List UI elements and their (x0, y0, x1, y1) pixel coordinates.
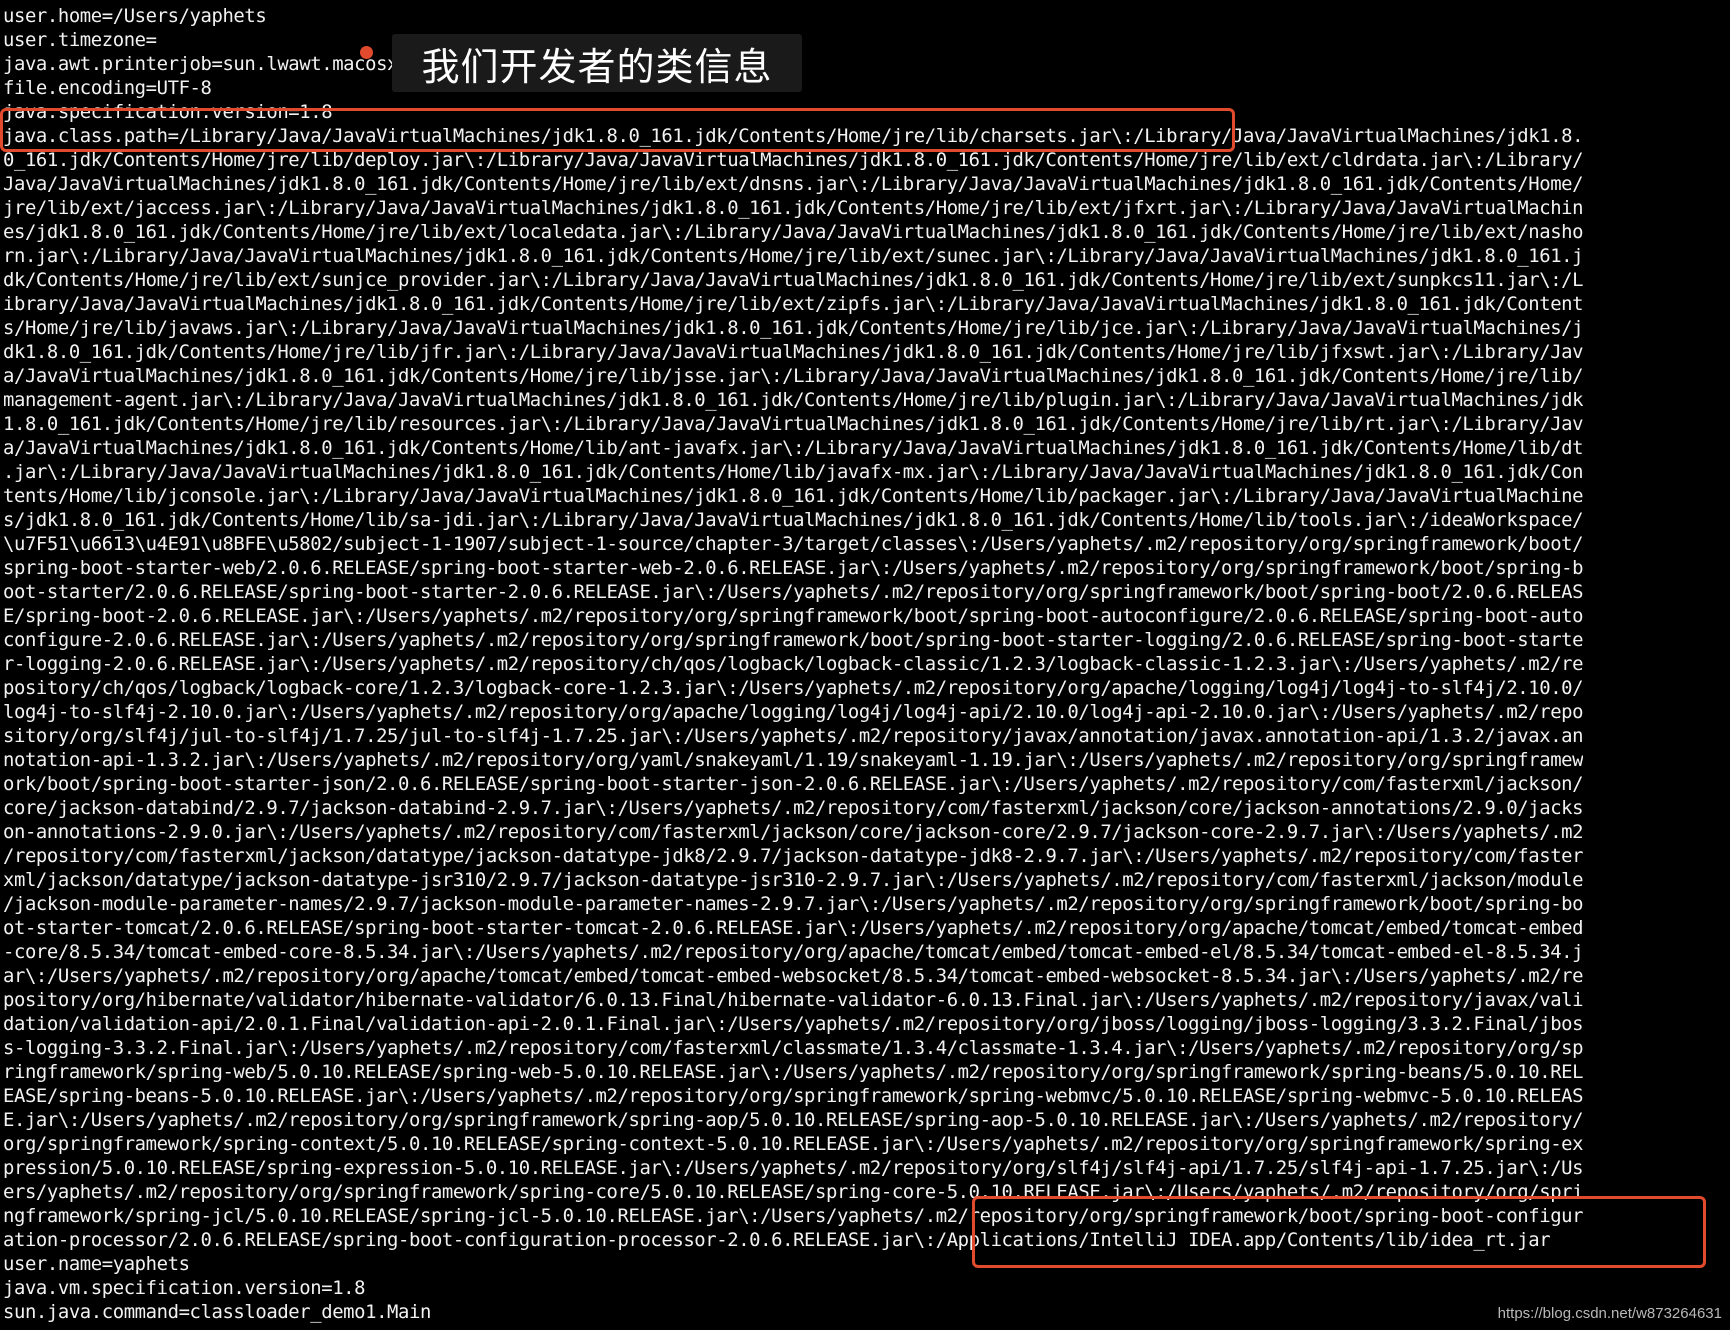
terminal-line: ot-starter-tomcat/2.0.6.RELEASE/spring-b… (3, 917, 1584, 939)
annotation-marker-dot (360, 46, 373, 59)
terminal-line: jre/lib/ext/jaccess.jar\:/Library/Java/J… (3, 197, 1584, 219)
terminal-line: sitory/org/slf4j/jul-to-slf4j/1.7.25/jul… (3, 725, 1584, 747)
terminal-line: dation/validation-api/2.0.1.Final/valida… (3, 1013, 1584, 1035)
terminal-line: -core/8.5.34/tomcat-embed-core-8.5.34.ja… (3, 941, 1584, 963)
terminal-line: ar\:/Users/yaphets/.m2/repository/org/ap… (3, 965, 1584, 987)
terminal-line: \u7F51\u6613\u4E91\u8BFE\u5802/subject-1… (3, 533, 1584, 555)
terminal-line: Java/JavaVirtualMachines/jdk1.8.0_161.jd… (3, 173, 1584, 195)
terminal-line: sun.java.command=classloader_demo1.Main (3, 1301, 431, 1323)
terminal-line: ibrary/Java/JavaVirtualMachines/jdk1.8.0… (3, 293, 1584, 315)
terminal-line: configure-2.0.6.RELEASE.jar\:/Users/yaph… (3, 629, 1584, 651)
terminal-line: s-logging-3.3.2.Final.jar\:/Users/yaphet… (3, 1037, 1584, 1059)
terminal-line: es/jdk1.8.0_161.jdk/Contents/Home/jre/li… (3, 221, 1584, 243)
terminal-line: java.vm.specification.version=1.8 (3, 1277, 366, 1299)
terminal-line: management-agent.jar\:/Library/Java/Java… (3, 389, 1584, 411)
terminal-line: /jackson-module-parameter-names/2.9.7/ja… (3, 893, 1584, 915)
terminal-line: user.home=/Users/yaphets (3, 5, 267, 27)
terminal-line: s/Home/jre/lib/javaws.jar\:/Library/Java… (3, 317, 1584, 339)
terminal-line: on-annotations-2.9.0.jar\:/Users/yaphets… (3, 821, 1584, 843)
terminal-line: dk1.8.0_161.jdk/Contents/Home/jre/lib/jf… (3, 341, 1584, 363)
watermark: https://blog.csdn.net/w873264631 (1497, 1305, 1722, 1322)
classpath-start-highlight (0, 108, 1235, 152)
terminal-line: notation-api-1.3.2.jar\:/Users/yaphets/.… (3, 749, 1584, 771)
terminal-line: E.jar\:/Users/yaphets/.m2/repository/org… (3, 1109, 1584, 1131)
terminal-line: /repository/com/fasterxml/jackson/dataty… (3, 845, 1584, 867)
terminal-line: 1.8.0_161.jdk/Contents/Home/jre/lib/reso… (3, 413, 1584, 435)
terminal-line: log4j-to-slf4j-2.10.0.jar\:/Users/yaphet… (3, 701, 1584, 723)
terminal-line: user.name=yaphets (3, 1253, 190, 1275)
terminal-line: E/spring-boot-2.0.6.RELEASE.jar\:/Users/… (3, 605, 1584, 627)
terminal-line: EASE/spring-beans-5.0.10.RELEASE.jar\:/U… (3, 1085, 1584, 1107)
terminal-line: pository/ch/qos/logback/logback-core/1.2… (3, 677, 1584, 699)
terminal-line: ork/boot/spring-boot-starter-json/2.0.6.… (3, 773, 1584, 795)
terminal-line: file.encoding=UTF-8 (3, 77, 212, 99)
terminal-line: pository/org/hibernate/validator/hiberna… (3, 989, 1584, 1011)
terminal-line: rn.jar\:/Library/Java/JavaVirtualMachine… (3, 245, 1584, 267)
terminal-line: s/jdk1.8.0_161.jdk/Contents/Home/lib/sa-… (3, 509, 1584, 531)
terminal-line: dk/Contents/Home/jre/lib/ext/sunjce_prov… (3, 269, 1584, 291)
terminal-line: a/JavaVirtualMachines/jdk1.8.0_161.jdk/C… (3, 437, 1584, 459)
terminal-line: ringframework/spring-web/5.0.10.RELEASE/… (3, 1061, 1584, 1083)
terminal-line: spring-boot-starter-web/2.0.6.RELEASE/sp… (3, 557, 1584, 579)
terminal-line: tents/Home/lib/jconsole.jar\:/Library/Ja… (3, 485, 1584, 507)
terminal-line: .jar\:/Library/Java/JavaVirtualMachines/… (3, 461, 1584, 483)
terminal-output[interactable]: user.home=/Users/yaphets user.timezone= … (3, 2, 1727, 1328)
terminal-line: org/springframework/spring-context/5.0.1… (3, 1133, 1584, 1155)
terminal-line: core/jackson-databind/2.9.7/jackson-data… (3, 797, 1584, 819)
terminal-line: user.timezone= (3, 29, 157, 51)
classpath-end-highlight (972, 1196, 1706, 1268)
terminal-line: pression/5.0.10.RELEASE/spring-expressio… (3, 1157, 1584, 1179)
terminal-line: r-logging-2.0.6.RELEASE.jar\:/Users/yaph… (3, 653, 1584, 675)
terminal-line: a/JavaVirtualMachines/jdk1.8.0_161.jdk/C… (3, 365, 1584, 387)
annotation-label: 我们开发者的类信息 (392, 34, 802, 92)
terminal-line: xml/jackson/datatype/jackson-datatype-js… (3, 869, 1584, 891)
terminal-line: oot-starter/2.0.6.RELEASE/spring-boot-st… (3, 581, 1584, 603)
annotation-label-text: 我们开发者的类信息 (421, 44, 773, 89)
